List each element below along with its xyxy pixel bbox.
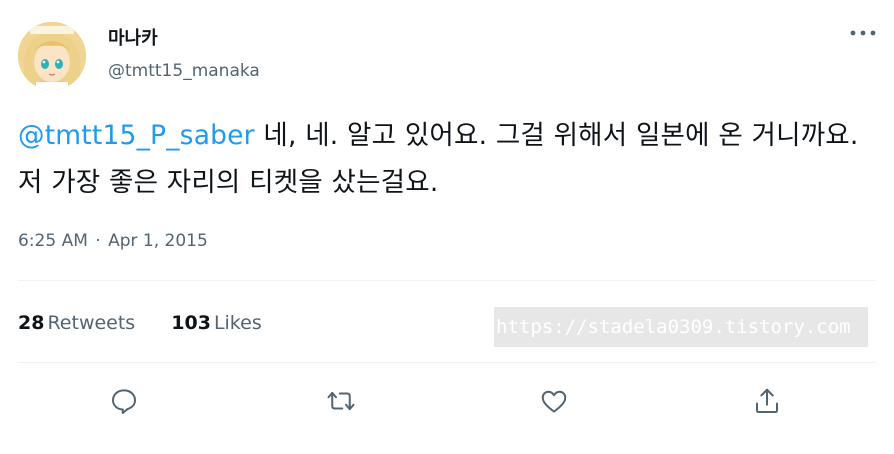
timestamp[interactable]: 6:25 AM · Apr 1, 2015 <box>18 231 208 251</box>
user-handle[interactable]: @tmtt15_manaka <box>108 61 260 81</box>
mention-link[interactable]: @tmtt15_P_saber <box>18 120 255 151</box>
timestamp-separator: · <box>95 231 101 251</box>
action-bar <box>0 381 894 421</box>
reply-icon <box>112 389 136 414</box>
like-button[interactable] <box>534 381 574 421</box>
share-icon <box>756 388 778 413</box>
retweets-stat[interactable]: 28 Retweets <box>18 312 135 334</box>
reply-button[interactable] <box>104 381 144 421</box>
engagement-stats: 28 Retweets 103 Likes <box>18 312 292 334</box>
avatar[interactable] <box>18 22 86 90</box>
watermark: https://stadela0309.tistory.com <box>494 307 868 347</box>
divider <box>18 280 876 281</box>
more-options-button[interactable] <box>850 22 876 44</box>
likes-label: Likes <box>213 312 262 334</box>
avatar-icon <box>18 22 86 90</box>
likes-stat[interactable]: 103 Likes <box>171 312 261 334</box>
display-name[interactable]: 마나카 <box>108 24 158 50</box>
likes-count: 103 <box>171 312 211 334</box>
share-button[interactable] <box>747 381 787 421</box>
divider <box>18 362 876 363</box>
retweets-label: Retweets <box>47 312 136 334</box>
retweet-icon <box>327 391 355 411</box>
tweet-text: @tmtt15_P_saber 네, 네. 알고 있어요. 그걸 위해서 일본에… <box>18 112 878 206</box>
retweets-count: 28 <box>18 312 45 334</box>
like-icon <box>541 390 567 413</box>
retweet-button[interactable] <box>321 381 361 421</box>
tweet-date: Apr 1, 2015 <box>108 231 208 251</box>
more-icon <box>850 30 876 36</box>
tweet-time: 6:25 AM <box>18 231 88 251</box>
